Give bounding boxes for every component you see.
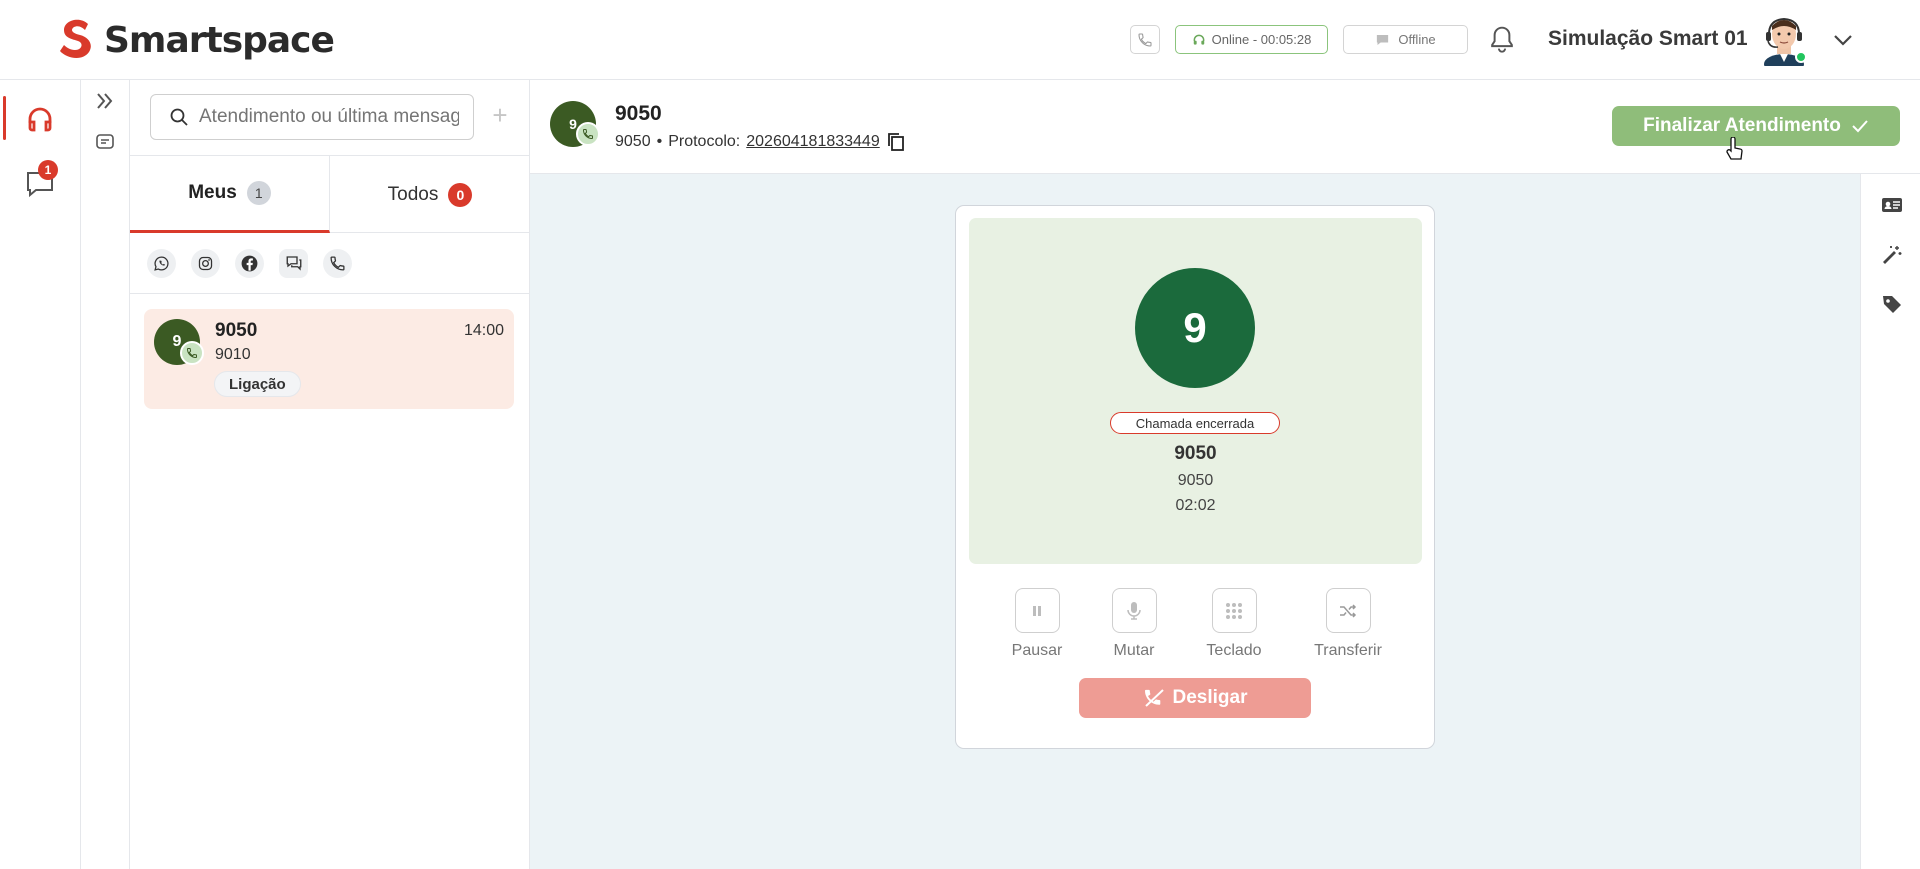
protocol-label: Protocolo:	[668, 133, 741, 150]
pause-label: Pausar	[1011, 642, 1063, 659]
pause-button[interactable]	[1014, 588, 1060, 633]
mic-icon	[1127, 601, 1141, 620]
user-online-indicator	[1795, 51, 1807, 63]
status-online-label: Online - 00:05:28	[1211, 32, 1312, 47]
phone-icon	[582, 129, 593, 140]
new-conversation-button[interactable]: +	[488, 102, 512, 128]
conversation-header: 9 9050 9050 • Protocolo: 202604181833449…	[530, 80, 1920, 174]
call-contact-name: 9050	[1174, 443, 1217, 464]
mute-control[interactable]: Mutar	[1089, 588, 1179, 660]
chat-badge: 1	[38, 160, 58, 180]
conversation-title: 9050	[215, 320, 258, 341]
call-status-badge: Chamada encerrada	[1110, 412, 1280, 434]
headset-icon[interactable]	[24, 104, 56, 136]
conversation-list-panel: + Meus 1 Todos 0 9 9050	[130, 80, 530, 869]
smartspace-logo-icon	[60, 19, 91, 59]
tag-icon[interactable]	[1881, 293, 1903, 315]
hand-cursor-icon	[1726, 137, 1743, 160]
call-info-panel: 9 Chamada encerrada 9050 9050 02:02	[969, 218, 1422, 564]
search-box[interactable]	[150, 94, 474, 140]
filter-chat[interactable]	[279, 248, 308, 278]
status-online-button[interactable]: Online - 00:05:28	[1175, 25, 1328, 54]
finish-attendance-button[interactable]: Finalizar Atendimento	[1612, 106, 1900, 146]
filter-facebook[interactable]	[235, 248, 264, 278]
magic-wand-icon[interactable]	[1881, 244, 1903, 266]
keypad-icon	[1226, 602, 1242, 619]
keypad-label: Teclado	[1206, 642, 1262, 659]
secondary-rail	[81, 80, 130, 869]
softphone-button[interactable]	[1130, 25, 1160, 54]
hangup-label: Desligar	[1172, 687, 1248, 708]
tab-count: 1	[246, 181, 271, 205]
phone-icon	[186, 348, 197, 359]
message-icon	[1377, 34, 1389, 45]
tab-meus[interactable]: Meus 1	[130, 156, 330, 233]
transfer-button[interactable]	[1325, 588, 1371, 633]
conversation-tag: Ligação	[214, 371, 301, 397]
conversation-subtitle: 9010	[215, 346, 251, 363]
call-card: 9 Chamada encerrada 9050 9050 02:02 Paus…	[955, 205, 1435, 749]
call-avatar: 9	[1135, 268, 1255, 388]
search-icon	[170, 108, 188, 126]
pause-control[interactable]: Pausar	[992, 588, 1082, 660]
whatsapp-icon	[154, 255, 169, 271]
phone-icon	[1138, 32, 1152, 47]
conversation-title: 9050	[615, 102, 662, 125]
notification-bell-icon[interactable]	[1487, 24, 1517, 56]
protocol-value[interactable]: 202604181833449	[746, 133, 879, 151]
filter-instagram[interactable]	[191, 248, 220, 278]
pause-icon	[1033, 605, 1041, 616]
phone-off-icon	[1144, 689, 1164, 707]
transfer-label: Transferir	[1314, 642, 1382, 659]
status-offline-label: Offline	[1398, 32, 1436, 47]
phone-icon	[330, 255, 345, 271]
top-bar: Smartspace Online - 00:05:28 Offline Sim…	[0, 0, 1920, 80]
facebook-icon	[241, 255, 258, 271]
meta-separator: •	[656, 133, 663, 150]
mute-button[interactable]	[1111, 588, 1157, 633]
conversation-meta: 9050 • Protocolo: 202604181833449	[615, 131, 906, 153]
right-tools-rail	[1860, 174, 1920, 869]
call-contact-number: 9050	[1177, 472, 1214, 489]
keypad-control[interactable]: Teclado	[1189, 588, 1279, 660]
transfer-control[interactable]: Transferir	[1303, 588, 1393, 660]
headset-icon	[1193, 34, 1205, 45]
nav-active-indicator	[3, 96, 6, 140]
chat-icon	[286, 256, 301, 271]
main-nav-rail: 1	[0, 80, 81, 869]
brand-logo[interactable]: Smartspace	[58, 18, 335, 62]
notes-icon[interactable]	[94, 131, 116, 153]
keypad-button[interactable]	[1211, 588, 1257, 633]
user-name[interactable]: Simulação Smart 01	[1548, 27, 1748, 51]
status-offline-button[interactable]: Offline	[1343, 25, 1468, 54]
copy-icon[interactable]	[886, 131, 906, 153]
brand-name: Smartspace	[104, 19, 335, 61]
search-input[interactable]	[199, 106, 459, 128]
contact-number: 9050	[615, 133, 651, 150]
tab-label: Meus	[188, 182, 237, 203]
conversation-time: 14:00	[463, 322, 504, 339]
filter-phone[interactable]	[323, 248, 352, 278]
tab-todos[interactable]: Todos 0	[330, 156, 530, 233]
finish-button-label: Finalizar Atendimento	[1643, 115, 1841, 136]
tab-count: 0	[448, 182, 473, 207]
tab-label: Todos	[387, 183, 439, 205]
shuffle-icon	[1340, 603, 1357, 618]
list-tabs: Meus 1 Todos 0	[130, 155, 530, 233]
call-channel-badge	[576, 122, 600, 146]
hangup-button[interactable]: Desligar	[1079, 678, 1311, 718]
instagram-icon	[198, 256, 213, 270]
call-channel-badge	[180, 341, 204, 365]
mute-label: Mutar	[1113, 642, 1155, 659]
conversation-item[interactable]: 9 9050 14:00 9010 Ligação	[144, 309, 514, 409]
filter-whatsapp[interactable]	[147, 248, 176, 278]
channel-filters	[130, 233, 530, 294]
double-chevron-right-icon[interactable]	[94, 90, 116, 112]
chevron-down-icon[interactable]	[1832, 30, 1854, 50]
call-duration: 02:02	[1175, 497, 1216, 514]
contact-card-icon[interactable]	[1881, 194, 1903, 216]
check-icon	[1852, 120, 1868, 133]
